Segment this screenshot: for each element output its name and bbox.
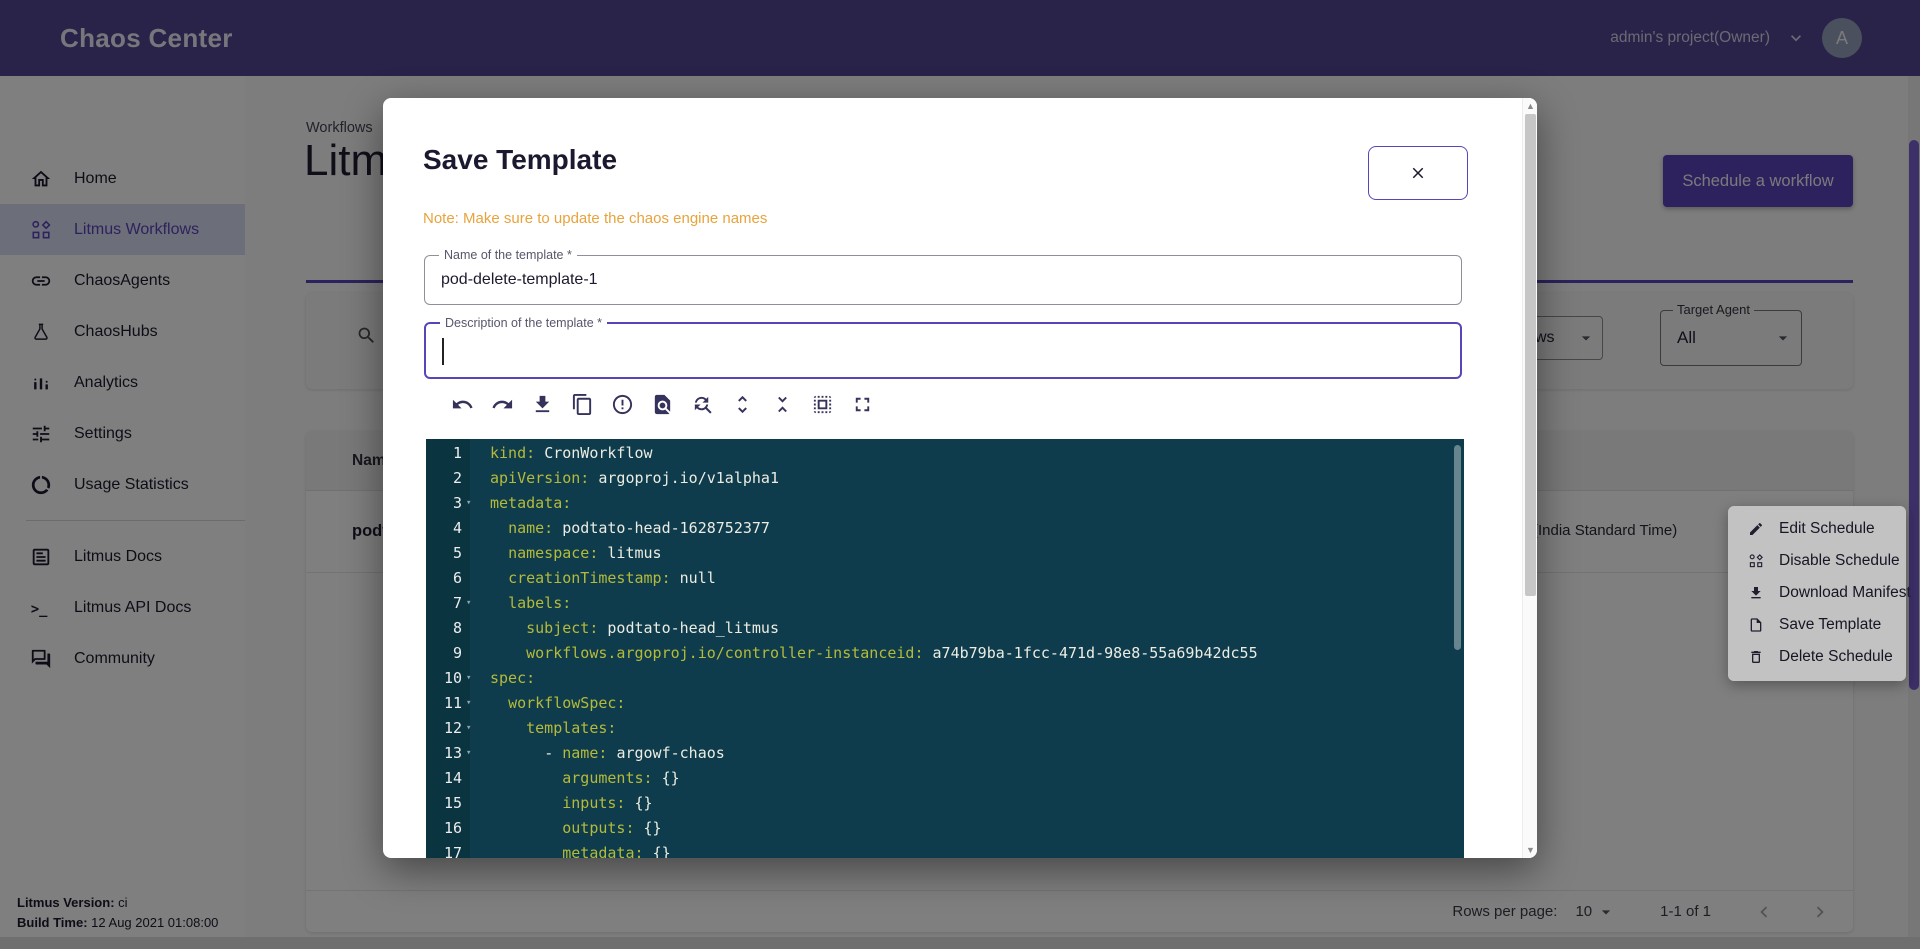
menu-item-edit-schedule[interactable]: Edit Schedule xyxy=(1728,513,1906,545)
menu-item-label: Save Template xyxy=(1779,616,1881,634)
editor-toolbar xyxy=(451,391,874,417)
code-line: 2apiVersion: argoproj.io/v1alpha1 xyxy=(426,466,1464,491)
line-number: 7 xyxy=(426,591,462,616)
code-line: 14 arguments: {} xyxy=(426,766,1464,791)
find-in-page-icon[interactable] xyxy=(651,393,674,416)
unfold-more-icon[interactable] xyxy=(731,393,754,416)
line-number: 6 xyxy=(426,566,462,591)
workflows-icon xyxy=(1748,553,1764,569)
line-number: 8 xyxy=(426,616,462,641)
template-name-field[interactable]: Name of the template * pod-delete-templa… xyxy=(424,255,1462,305)
code-line: 13▾ - name: argowf-chaos xyxy=(426,741,1464,766)
line-number: 4 xyxy=(426,516,462,541)
scroll-up-icon[interactable]: ▲ xyxy=(1523,99,1537,113)
modal-title: Save Template xyxy=(423,144,617,176)
trash-icon xyxy=(1748,649,1764,665)
yaml-editor-lines: 1kind: CronWorkflow2apiVersion: argoproj… xyxy=(426,441,1464,858)
scroll-down-icon[interactable]: ▼ xyxy=(1523,843,1537,857)
schedule-context-menu: Edit Schedule Disable Schedule Download Ma… xyxy=(1728,506,1906,681)
fold-arrow-icon[interactable]: ▾ xyxy=(466,716,480,741)
line-number: 10 xyxy=(426,666,462,691)
redo-icon[interactable] xyxy=(491,393,514,416)
modal-note: Note: Make sure to update the chaos engi… xyxy=(423,210,767,227)
code-line: 12▾ templates: xyxy=(426,716,1464,741)
code-line: 1kind: CronWorkflow xyxy=(426,441,1464,466)
code-line: 5 namespace: litmus xyxy=(426,541,1464,566)
menu-item-save-template[interactable]: Save Template xyxy=(1728,609,1906,641)
save-template-modal: Save Template Note: Make sure to update … xyxy=(383,98,1537,858)
code-line: 4 name: podtato-head-1628752377 xyxy=(426,516,1464,541)
code-line: 3▾metadata: xyxy=(426,491,1464,516)
modal-scrollbar-thumb[interactable] xyxy=(1525,114,1536,596)
fold-arrow-icon[interactable]: ▾ xyxy=(466,666,480,691)
menu-item-label: Edit Schedule xyxy=(1779,520,1875,538)
line-number: 17 xyxy=(426,841,462,858)
menu-item-download-manifest[interactable]: Download Manifest xyxy=(1728,577,1906,609)
fold-arrow-icon[interactable]: ▾ xyxy=(466,591,480,616)
close-button[interactable] xyxy=(1368,146,1468,200)
fullscreen-icon[interactable] xyxy=(851,393,874,416)
menu-item-label: Disable Schedule xyxy=(1779,552,1900,570)
template-description-label: Description of the template * xyxy=(440,316,607,330)
code-line: 10▾spec: xyxy=(426,666,1464,691)
editor-scrollbar-thumb[interactable] xyxy=(1454,445,1461,650)
template-description-field[interactable]: Description of the template * xyxy=(424,322,1462,379)
app-root: Chaos Center admin's project(Owner) A Ho… xyxy=(0,0,1920,949)
modal-scrollbar[interactable]: ▲ ▼ xyxy=(1522,98,1537,858)
code-line: 17 metadata: {} xyxy=(426,841,1464,858)
template-name-value: pod-delete-template-1 xyxy=(441,256,598,304)
line-number: 2 xyxy=(426,466,462,491)
select-all-icon[interactable] xyxy=(811,393,834,416)
line-number: 12 xyxy=(426,716,462,741)
close-icon xyxy=(1409,164,1427,182)
fold-arrow-icon[interactable]: ▾ xyxy=(466,691,480,716)
line-number: 1 xyxy=(426,441,462,466)
menu-item-delete-schedule[interactable]: Delete Schedule xyxy=(1728,641,1906,673)
yaml-editor[interactable]: 1kind: CronWorkflow2apiVersion: argoproj… xyxy=(426,439,1464,858)
code-line: 8 subject: podtato-head_litmus xyxy=(426,616,1464,641)
line-number: 16 xyxy=(426,816,462,841)
menu-item-label: Delete Schedule xyxy=(1779,648,1893,666)
code-line: 9 workflows.argoproj.io/controller-insta… xyxy=(426,641,1464,666)
line-number: 3 xyxy=(426,491,462,516)
line-number: 9 xyxy=(426,641,462,666)
code-line: 15 inputs: {} xyxy=(426,791,1464,816)
line-number: 14 xyxy=(426,766,462,791)
code-line: 11▾ workflowSpec: xyxy=(426,691,1464,716)
fold-arrow-icon[interactable]: ▾ xyxy=(466,741,480,766)
file-icon xyxy=(1748,617,1764,633)
line-number: 15 xyxy=(426,791,462,816)
code-line: 16 outputs: {} xyxy=(426,816,1464,841)
code-line: 6 creationTimestamp: null xyxy=(426,566,1464,591)
code-line: 7▾ labels: xyxy=(426,591,1464,616)
find-replace-icon[interactable] xyxy=(691,393,714,416)
menu-item-label: Download Manifest xyxy=(1779,584,1911,602)
copy-icon[interactable] xyxy=(571,393,594,416)
text-caret xyxy=(442,338,444,365)
download-icon[interactable] xyxy=(531,393,554,416)
undo-icon[interactable] xyxy=(451,393,474,416)
line-number: 11 xyxy=(426,691,462,716)
fold-arrow-icon[interactable]: ▾ xyxy=(466,491,480,516)
download-icon xyxy=(1748,585,1764,601)
menu-item-disable-schedule[interactable]: Disable Schedule xyxy=(1728,545,1906,577)
error-outline-icon[interactable] xyxy=(611,393,634,416)
edit-icon xyxy=(1748,521,1764,537)
line-number: 13 xyxy=(426,741,462,766)
line-number: 5 xyxy=(426,541,462,566)
unfold-less-icon[interactable] xyxy=(771,393,794,416)
